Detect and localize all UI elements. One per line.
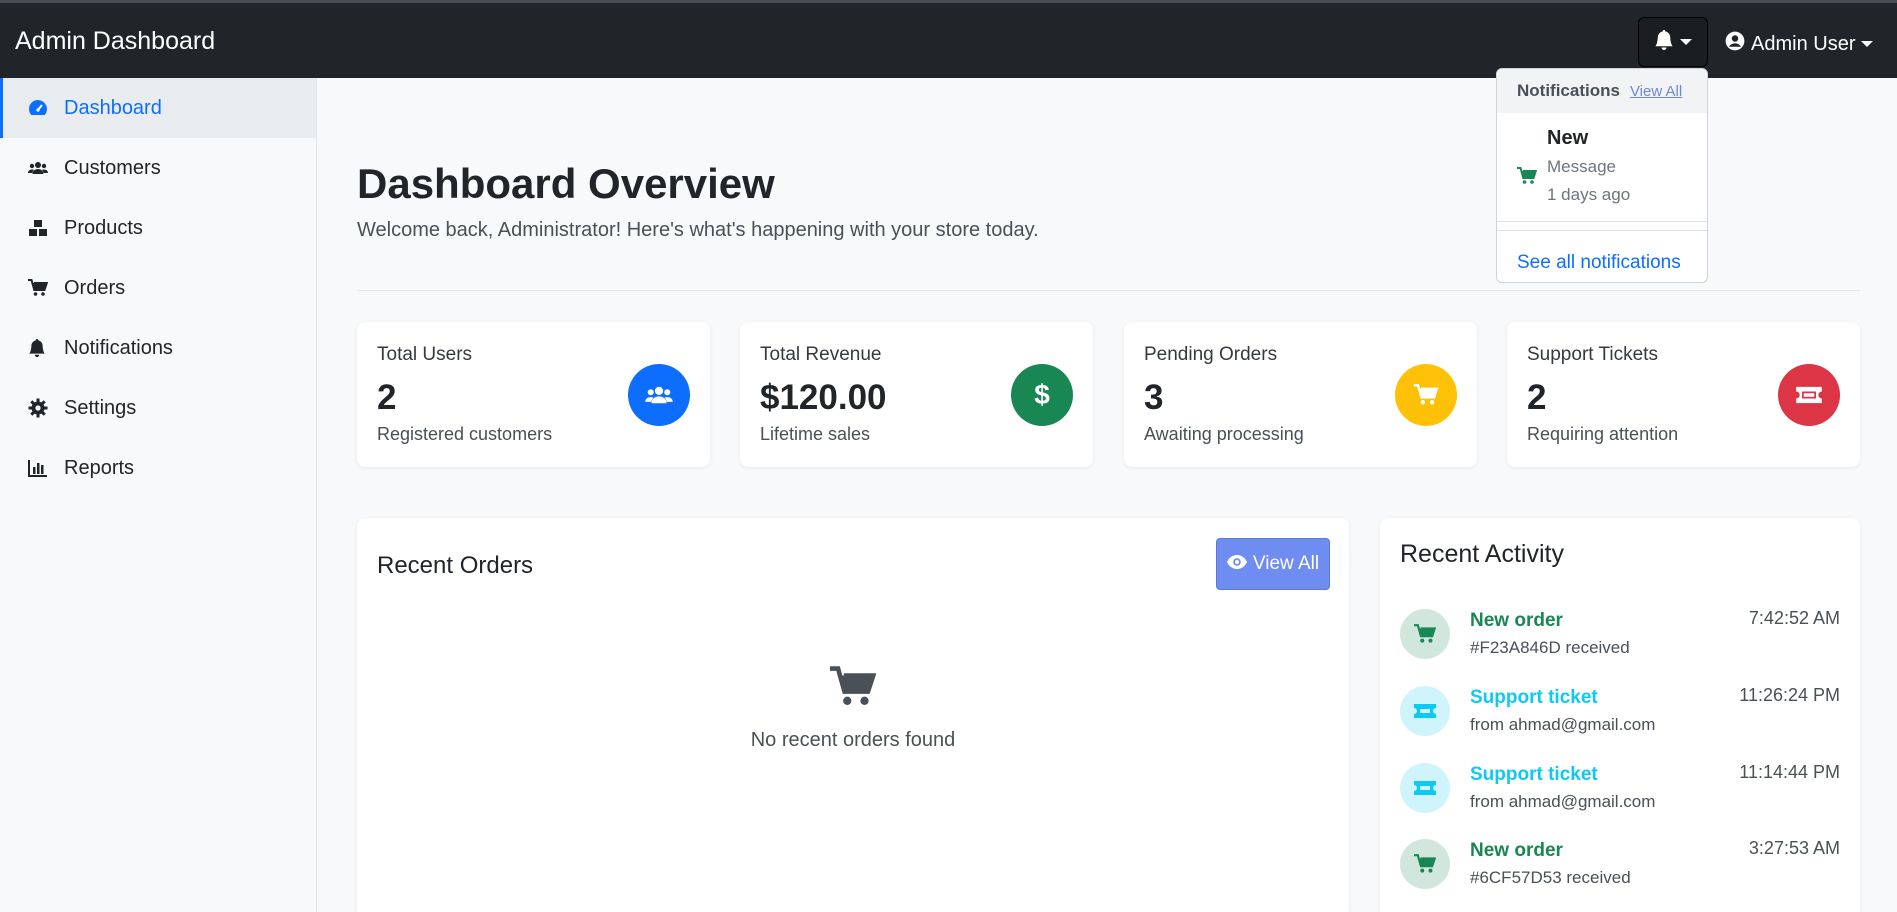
dollar-icon: $ [1011, 364, 1073, 426]
chevron-down-icon [1680, 39, 1692, 45]
sidebar-item-settings[interactable]: Settings [0, 378, 316, 438]
notifications-dropdown-menu: Notifications View All New Message 1 day… [1496, 68, 1708, 283]
sidebar-item-label: Orders [64, 276, 126, 299]
user-menu-dropdown[interactable]: Admin User [1725, 31, 1874, 57]
sidebar-item-label: Settings [64, 396, 137, 419]
view-all-orders-button[interactable]: View All [1216, 538, 1330, 590]
cart-icon [1517, 167, 1538, 190]
sidebar-item-label: Dashboard [64, 96, 162, 119]
activity-description: #6CF57D53 received [1470, 868, 1631, 887]
stat-value: 2 [377, 378, 397, 417]
cart-icon [1400, 609, 1450, 659]
activity-item[interactable]: New order #6CF57D53 received 3:27:53 AM [1400, 836, 1840, 896]
sidebar-item-label: Reports [64, 456, 135, 479]
sidebar-item-products[interactable]: Products [0, 198, 316, 258]
stat-title: Total Revenue [760, 344, 882, 365]
bell-icon [1654, 29, 1674, 56]
sidebar-item-reports[interactable]: Reports [0, 438, 316, 498]
notification-message: Message [1547, 157, 1616, 176]
activity-title: New order [1470, 840, 1563, 861]
recent-orders-title: Recent Orders [377, 552, 534, 579]
activity-time: 11:14:44 PM [1739, 762, 1840, 782]
divider [1497, 221, 1707, 231]
stat-value: 3 [1144, 378, 1164, 417]
sidebar-item-label: Customers [64, 156, 161, 179]
recent-activity-title: Recent Activity [1400, 540, 1564, 568]
stat-value: $120.00 [760, 378, 887, 417]
notifications-view-all-link[interactable]: View All [1630, 83, 1682, 100]
activity-item[interactable]: New order #F23A846D received 7:42:52 AM [1400, 606, 1840, 666]
boxes-icon [28, 217, 64, 239]
cart-icon [1395, 364, 1457, 426]
users-icon [628, 364, 690, 426]
sidebar-item-label: Products [64, 216, 143, 239]
gear-icon [28, 397, 64, 419]
stat-card-support-tickets: Support Tickets 2 Requiring attention [1507, 322, 1860, 467]
notifications-dropdown-button[interactable] [1638, 17, 1708, 67]
empty-state-text: No recent orders found [750, 729, 956, 751]
chevron-down-icon [1861, 41, 1874, 47]
sidebar-item-orders[interactable]: Orders [0, 258, 316, 318]
cart-icon [830, 666, 877, 713]
notifications-header-title: Notifications [1517, 81, 1620, 100]
activity-title: Support ticket [1470, 687, 1598, 708]
activity-time: 11:26:24 PM [1739, 685, 1840, 705]
notification-item[interactable]: New Message 1 days ago [1497, 113, 1707, 223]
divider [357, 290, 1860, 291]
recent-activity-card: Recent Activity New order #F23A846D rece… [1380, 518, 1860, 912]
stat-card-total-users: Total Users 2 Registered customers [357, 322, 710, 467]
eye-icon [1226, 553, 1247, 575]
see-all-notifications-link[interactable]: See all notifications [1517, 252, 1681, 274]
sidebar-item-customers[interactable]: Customers [0, 138, 316, 198]
activity-item[interactable]: Support ticket from ahmad@gmail.com 11:2… [1400, 683, 1840, 743]
stat-description: Requiring attention [1527, 424, 1679, 444]
stat-title: Pending Orders [1144, 344, 1278, 365]
activity-title: Support ticket [1470, 764, 1598, 785]
ticket-icon [1778, 364, 1840, 426]
sidebar-item-label: Notifications [64, 336, 173, 359]
activity-time: 7:42:52 AM [1748, 608, 1840, 628]
user-circle-icon [1725, 31, 1745, 57]
activity-title: New order [1470, 610, 1563, 631]
bar-chart-icon [28, 457, 64, 479]
sidebar: Dashboard Customers Products Orders Noti… [0, 78, 317, 912]
activity-time: 3:27:53 AM [1748, 838, 1840, 858]
activity-item[interactable]: Support ticket from ahmad@gmail.com 11:1… [1400, 760, 1840, 820]
notification-title: New [1547, 127, 1589, 149]
stat-description: Lifetime sales [760, 424, 871, 444]
stat-card-total-revenue: Total Revenue $120.00 Lifetime sales $ [740, 322, 1093, 467]
stat-description: Registered customers [377, 424, 553, 444]
ticket-icon [1400, 763, 1450, 813]
top-navbar: Admin Dashboard Admin User [0, 0, 1897, 78]
page-title: Dashboard Overview [357, 160, 775, 207]
stat-value: 2 [1527, 378, 1547, 417]
view-all-label: View All [1252, 553, 1320, 574]
sidebar-item-dashboard[interactable]: Dashboard [0, 78, 316, 138]
page-subtitle: Welcome back, Administrator! Here's what… [357, 219, 1039, 241]
bell-icon [28, 337, 64, 359]
sidebar-item-notifications[interactable]: Notifications [0, 318, 316, 378]
cart-icon [1400, 839, 1450, 889]
cart-icon [28, 277, 64, 299]
stat-description: Awaiting processing [1144, 424, 1304, 444]
activity-description: #F23A846D received [1470, 638, 1630, 657]
stat-title: Total Users [377, 344, 473, 365]
activity-description: from ahmad@gmail.com [1470, 715, 1656, 734]
recent-orders-card: Recent Orders View All No recent orders … [357, 518, 1349, 912]
stat-title: Support Tickets [1527, 344, 1658, 365]
users-icon [28, 157, 64, 179]
notifications-header: Notifications View All [1497, 69, 1707, 113]
stat-card-pending-orders: Pending Orders 3 Awaiting processing [1124, 322, 1477, 467]
user-menu-label: Admin User [1751, 32, 1856, 55]
speedometer-icon [28, 97, 64, 119]
notification-time: 1 days ago [1547, 185, 1631, 204]
ticket-icon [1400, 686, 1450, 736]
brand-title[interactable]: Admin Dashboard [15, 27, 215, 56]
empty-state: No recent orders found [357, 666, 1349, 752]
activity-description: from ahmad@gmail.com [1470, 792, 1656, 811]
